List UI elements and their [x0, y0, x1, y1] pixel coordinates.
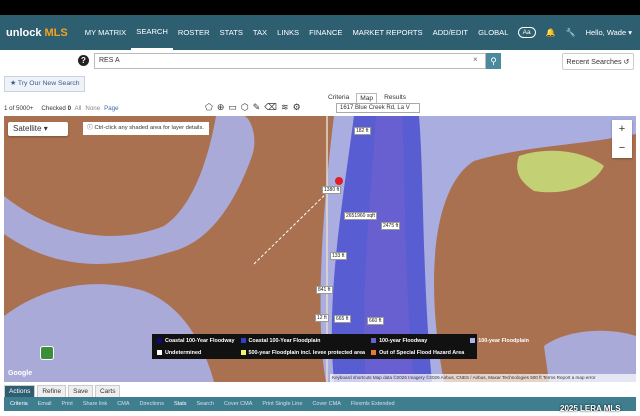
- tab-carts[interactable]: Carts: [94, 385, 121, 397]
- distance-label: 133 ft: [330, 252, 347, 260]
- legend-swatch: [240, 350, 246, 355]
- polygon-icon[interactable]: ⬡: [241, 102, 249, 113]
- legend-item: Undetermined: [157, 348, 235, 357]
- criteria-button[interactable]: Criteria: [10, 401, 28, 407]
- recent-searches-button[interactable]: Recent Searches ↺: [562, 53, 634, 70]
- legend-item: Out of Special Flood Hazard Area: [371, 348, 464, 357]
- print-single-line-button[interactable]: Print Single Line: [262, 401, 302, 407]
- draw-shape-icon[interactable]: ⬠: [205, 102, 213, 113]
- nav-add-edit[interactable]: ADD/EDIT: [428, 15, 473, 50]
- legend-item: 100-year Floodway: [371, 336, 464, 345]
- distance-label: 841 ft: [316, 286, 333, 294]
- distance-label: 182 ft: [354, 127, 371, 135]
- help-icon[interactable]: ?: [78, 55, 89, 66]
- distance-label: 1380 ft: [322, 186, 342, 194]
- radius-icon[interactable]: ⊕: [217, 102, 225, 113]
- bell-icon[interactable]: 🔔: [546, 28, 556, 37]
- action-tabs: Actions Refine Save Carts: [4, 385, 121, 397]
- search-input[interactable]: RES A: [94, 53, 486, 69]
- legend-swatch: [470, 338, 476, 343]
- legend-item: 100-year Floodplain: [470, 336, 529, 345]
- select-page-link[interactable]: Page: [104, 105, 118, 112]
- map-type-dropdown[interactable]: Satellite ▾: [8, 122, 68, 136]
- watermark: 2025 LERA MLS: [560, 404, 621, 413]
- zoom-out-button[interactable]: −: [612, 139, 632, 158]
- results-toolbar: 1 of 5000+ Checked 0 All None Page: [4, 102, 636, 114]
- cma-button[interactable]: CMA: [117, 401, 129, 407]
- street-view-icon[interactable]: [40, 346, 54, 360]
- distance-label: 12 ft: [315, 314, 329, 322]
- result-count: 1 of 5000+: [4, 104, 34, 112]
- brand-logo[interactable]: unlock MLS: [6, 27, 68, 39]
- nav-global[interactable]: GLOBAL: [473, 15, 513, 50]
- legend-swatch: [157, 338, 162, 343]
- star-icon: ★: [10, 80, 17, 87]
- flexmls-extended-button[interactable]: Flexmls Extended: [351, 401, 395, 407]
- settings-icon[interactable]: ⚙: [293, 102, 301, 113]
- zoom-control: + −: [612, 120, 632, 158]
- google-logo: Google: [8, 370, 33, 377]
- cover-cma-button[interactable]: Cover CMA: [224, 401, 252, 407]
- legend-swatch: [157, 350, 162, 355]
- checked-value: 0: [67, 104, 72, 112]
- map-tools: ⬠ ⊕ ▭ ⬡ ✎ ⌫ ≋ ⚙: [205, 102, 301, 113]
- print-button[interactable]: Print: [62, 401, 73, 407]
- select-none-link[interactable]: None: [85, 105, 100, 112]
- top-black-bar: [0, 0, 640, 15]
- search-icon: ⚲: [490, 56, 497, 66]
- top-nav: unlock MLS MY MATRIX SEARCH ROSTER STATS…: [0, 15, 640, 50]
- distance-label: 665 ft: [334, 315, 351, 323]
- nav-links[interactable]: LINKS: [272, 15, 304, 50]
- rectangle-icon[interactable]: ▭: [228, 102, 237, 113]
- flood-legend: Coastal 100-Year Floodway Coastal 100-Ye…: [152, 334, 529, 359]
- map-hint: ⓘ Ctrl-click any shaded area for layer d…: [83, 122, 209, 135]
- legend-swatch: [371, 338, 377, 343]
- zoom-in-button[interactable]: +: [612, 120, 632, 139]
- legend-swatch: [371, 350, 377, 355]
- nav-roster[interactable]: ROSTER: [173, 15, 215, 50]
- eraser-icon[interactable]: ⌫: [264, 102, 277, 113]
- email-button[interactable]: Email: [38, 401, 52, 407]
- user-greeting[interactable]: Hello, Wade ▾: [586, 28, 632, 37]
- layers-icon[interactable]: ≋: [281, 102, 289, 113]
- legend-item: Coastal 100-Year Floodplain: [240, 336, 366, 345]
- wrench-icon[interactable]: 🔧: [566, 28, 576, 37]
- legend-item: 500-year Floodplain incl. levee protecte…: [240, 348, 365, 357]
- action-bar: Criteria Email Print Share link CMA Dire…: [4, 397, 636, 411]
- legend-item: Coastal 100-Year Floodway: [157, 336, 235, 345]
- tab-refine[interactable]: Refine: [37, 385, 67, 397]
- nav-market-reports[interactable]: MARKET REPORTS: [347, 15, 427, 50]
- select-all-link[interactable]: All: [74, 105, 81, 112]
- tab-save[interactable]: Save: [68, 385, 93, 397]
- nav-stats[interactable]: STATS: [215, 15, 248, 50]
- info-icon: ⓘ: [87, 125, 93, 131]
- cover-cma-button-2[interactable]: Cover CMA: [312, 401, 340, 407]
- nav-tax[interactable]: TAX: [248, 15, 272, 50]
- font-size-button[interactable]: Aa: [517, 27, 536, 38]
- map-attribution: Keyboard shortcuts Map data ©2026 Imager…: [330, 374, 636, 382]
- area-label: 2651960 sqft: [344, 212, 377, 220]
- try-new-search-button[interactable]: ★ Try Our New Search: [4, 76, 85, 92]
- search-button[interactable]: ⚲: [486, 53, 501, 69]
- directions-button[interactable]: Directions: [140, 401, 164, 407]
- history-icon: ↺: [623, 57, 630, 66]
- address-search-input[interactable]: 1617 Blue Creek Rd, La V: [336, 103, 420, 113]
- tab-actions[interactable]: Actions: [4, 385, 36, 397]
- listing-pin[interactable]: [335, 177, 343, 185]
- share-link-button[interactable]: Share link: [83, 401, 107, 407]
- close-icon[interactable]: ×: [473, 55, 478, 64]
- checked-label: Checked: [41, 104, 66, 112]
- search-action-button[interactable]: Search: [197, 401, 214, 407]
- distance-label: 2475 ft: [381, 222, 401, 230]
- nav-my-matrix[interactable]: MY MATRIX: [80, 15, 132, 50]
- distance-label: 660 ft: [367, 317, 384, 325]
- nav-search[interactable]: SEARCH: [131, 15, 173, 50]
- legend-swatch: [240, 338, 246, 343]
- nav-finance[interactable]: FINANCE: [304, 15, 347, 50]
- stats-button[interactable]: Stats: [174, 401, 187, 407]
- pencil-icon[interactable]: ✎: [253, 102, 261, 113]
